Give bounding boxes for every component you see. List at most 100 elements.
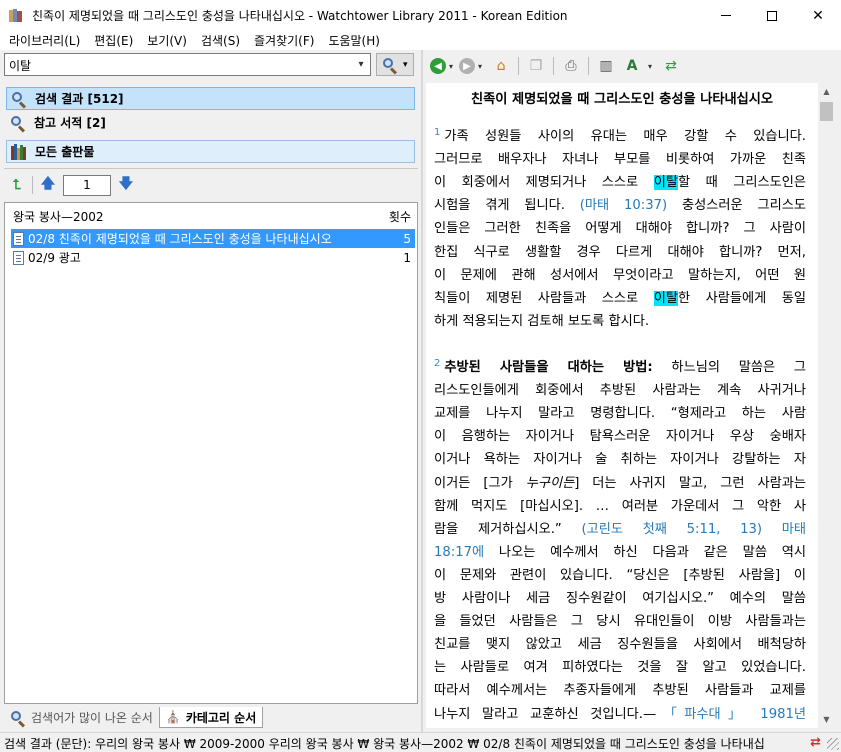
- status-text: 검색 결과 (문단): 우리의 왕국 봉사 ₩ 2009-2000 우리의 왕국…: [4, 737, 765, 751]
- document-icon: [13, 231, 24, 246]
- back-to-results-button[interactable]: ⮤: [6, 174, 28, 196]
- article-line: 이거나 욕하는 자이거나 술 취하는 자이거나 강탈하는 자: [434, 448, 806, 468]
- reader-toolbar: ◀ ▾ ▶ ▾ ⌂ ❐ ⎙ ▥ A ▾ ⇄: [426, 52, 839, 80]
- article-line: 한집 식구로 생활할 경우 다르게 대해야 합니까? 먼저,: [434, 241, 806, 261]
- article-text: 시험을 겪게 됩니다.: [434, 198, 580, 214]
- results-list[interactable]: 왕국 봉사—2002 횟수 02/8 친족이 제명되었을 때 그리스도인 충성을…: [4, 202, 418, 704]
- previous-page-button[interactable]: 🡅: [37, 174, 59, 196]
- all-publications-label: 모든 출판물: [35, 145, 95, 159]
- separator: [32, 176, 33, 194]
- menu-search[interactable]: 검색(S): [194, 32, 247, 49]
- status-bar: 검색 결과 (문단): 우리의 왕국 봉사 ₩ 2009-2000 우리의 왕국…: [0, 732, 841, 752]
- tab-most-hits-label: 검색어가 많이 나온 순서: [31, 711, 153, 725]
- article-line: 이 음행하는 자이거나 탐욕스러운 자이거나 우상 숭배자: [434, 425, 806, 445]
- article-text: 충성스러운 그리스도: [667, 198, 806, 214]
- article-line: 이 문제와 관련이 있습니다. “당신은 [추방된 사람을] 이: [434, 564, 806, 584]
- scripture-reference-link[interactable]: 18:17: [434, 545, 472, 560]
- scripture-reference-link[interactable]: 「파수대」 1981년: [656, 707, 806, 722]
- search-results-card[interactable]: 검색 결과 [512]: [6, 87, 415, 110]
- minimize-button[interactable]: [703, 0, 749, 31]
- font-size-dropdown[interactable]: ▾: [648, 62, 652, 71]
- search-input[interactable]: 이탈 ▾: [4, 53, 371, 76]
- search-icon: [382, 57, 398, 75]
- article-line: 1 가족 성원들 사이의 유대는 매우 강할 수 있습니다.: [434, 125, 806, 145]
- references-card[interactable]: 참고 서적 [2]: [6, 111, 415, 134]
- next-page-button[interactable]: 🡇: [115, 174, 137, 196]
- resize-grip-icon[interactable]: [827, 738, 839, 750]
- print-button[interactable]: ⎙: [560, 55, 582, 77]
- app-books-icon: [8, 8, 24, 24]
- article-line: 교제를 나누지 말라고 명령합니다. “형제라고 하는 사람: [434, 402, 806, 422]
- article-line: 칙들이 제명된 사람들과 스스로 이탈한 사람들에게 동일: [434, 287, 806, 307]
- search-icon: [11, 91, 27, 109]
- vertical-scrollbar[interactable]: ▲ ▼: [818, 83, 835, 728]
- list-header-name: 왕국 봉사—2002: [13, 210, 104, 224]
- document-icon: [13, 250, 24, 265]
- article-line: 이 문제에 관해 성서에서 무엇이라고 말하는지, 어떤 원: [434, 264, 806, 284]
- font-size-button[interactable]: A: [621, 55, 643, 77]
- article-line: 을 들었던 사람들은 그 당시 유대인들이 이방 사람들과는: [434, 610, 806, 630]
- sync-arrows-icon: ⇄: [665, 58, 677, 74]
- paragraph-number: 1: [434, 126, 441, 138]
- article-text: 함께 먹지도 [마십시오]. … 여러분 가운데서 그 악한 사: [434, 498, 806, 514]
- article-line: 리스도인들에게 회중에서 추방된 사람과는 계속 사귀거나: [434, 379, 806, 399]
- article-text: ] 더는 사귀지 말고, 그런 사람과는: [574, 475, 806, 491]
- sync-button[interactable]: ⇄: [660, 55, 682, 77]
- scripture-reference-link[interactable]: (마태 10:37): [580, 198, 667, 213]
- copy-icon: ❐: [529, 58, 543, 74]
- books-icon: [11, 143, 27, 160]
- scripture-reference-link[interactable]: (고린도 첫째 5:11, 13): [581, 522, 762, 537]
- article-text: 한집 식구로 생활할 경우 다르게 대해야 합니까? 먼저,: [434, 244, 806, 260]
- article-reader[interactable]: 친족이 제명되었을 때 그리스도인 충성을 나타내십시오 1 가족 성원들 사이의…: [426, 83, 818, 728]
- article-text: 이 회중에서 제명되거나 스스로: [434, 175, 654, 191]
- search-button[interactable]: ▾: [376, 53, 414, 76]
- pane-splitter[interactable]: [421, 50, 423, 732]
- article-text: 을 들었던 사람들은 그 당시 유대인들이 이방 사람들과는: [434, 614, 806, 630]
- article-line: 2 추방된 사람들을 대하는 방법: 하느님의 말씀은 그: [434, 356, 806, 376]
- home-button[interactable]: ⌂: [490, 55, 512, 77]
- scroll-thumb[interactable]: [820, 102, 833, 121]
- columns-button[interactable]: ▥: [595, 55, 617, 77]
- scroll-up-arrow-icon[interactable]: ▲: [818, 83, 835, 100]
- article-line: 함께 먹지도 [마십시오]. … 여러분 가운데서 그 악한 사: [434, 495, 806, 515]
- separator: [553, 57, 555, 75]
- search-dropdown-icon[interactable]: ▾: [403, 60, 408, 70]
- columns-icon: ▥: [599, 58, 613, 74]
- chevron-down-icon[interactable]: ▾: [354, 56, 368, 73]
- separator: [588, 57, 590, 75]
- all-publications-card[interactable]: 모든 출판물: [6, 140, 415, 163]
- forward-button[interactable]: ▶: [459, 58, 476, 74]
- list-item[interactable]: 02/8 친족이 제명되었을 때 그리스도인 충성을 나타내십시오 5: [11, 229, 415, 248]
- tab-category[interactable]: ⛪ 카테고리 순서: [158, 707, 264, 728]
- article-text: 이 문제와 관련이 있습니다. “당신은 [추방된 사람을] 이: [434, 567, 806, 583]
- divider: [4, 168, 418, 169]
- menu-view[interactable]: 보기(V): [140, 32, 194, 49]
- article-text: 하게 적용되는지 검토해 보도록 합시다.: [434, 313, 650, 329]
- copy-button[interactable]: ❐: [525, 55, 547, 77]
- list-item[interactable]: 02/9 광고 1: [11, 248, 415, 267]
- article-text: 교제를 나누지 말라고 명령합니다. “형제라고 하는 사람: [434, 406, 806, 422]
- scripture-reference-link[interactable]: 에: [472, 545, 484, 560]
- menu-favorites[interactable]: 즐겨찾기(F): [247, 32, 321, 49]
- sync-status-icon[interactable]: ⇄: [810, 735, 821, 750]
- article-line: 이거든 [그가 누구이든] 더는 사귀지 말고, 그런 사람과는: [434, 472, 806, 492]
- menu-edit[interactable]: 편집(E): [87, 32, 140, 49]
- search-results-label: 검색 결과 [512]: [35, 92, 124, 106]
- menu-library[interactable]: 라이브러리(L): [2, 32, 87, 49]
- tab-most-hits[interactable]: 검색어가 많이 나온 순서: [4, 707, 159, 728]
- scroll-down-arrow-icon[interactable]: ▼: [818, 711, 835, 728]
- article-text: 람을 제거하십시오.”: [434, 521, 582, 537]
- article-text: 하느님의 말씀은 그: [652, 360, 806, 375]
- page-number-input[interactable]: 1: [63, 174, 111, 196]
- forward-history-dropdown[interactable]: ▾: [478, 62, 482, 71]
- article-text: [762, 522, 782, 537]
- back-button[interactable]: ◀: [430, 58, 446, 74]
- scripture-reference-link[interactable]: 마태: [782, 522, 806, 537]
- back-history-dropdown[interactable]: ▾: [449, 62, 453, 71]
- article-text: 이 음행하는 자이거나 탐욕스러운 자이거나 우상 숭배자: [434, 429, 806, 445]
- menu-help[interactable]: 도움말(H): [321, 32, 387, 49]
- maximize-button[interactable]: [749, 0, 795, 31]
- close-button[interactable]: ✕: [795, 0, 841, 31]
- paragraph-number: 2: [434, 357, 441, 369]
- references-label: 참고 서적 [2]: [34, 116, 106, 130]
